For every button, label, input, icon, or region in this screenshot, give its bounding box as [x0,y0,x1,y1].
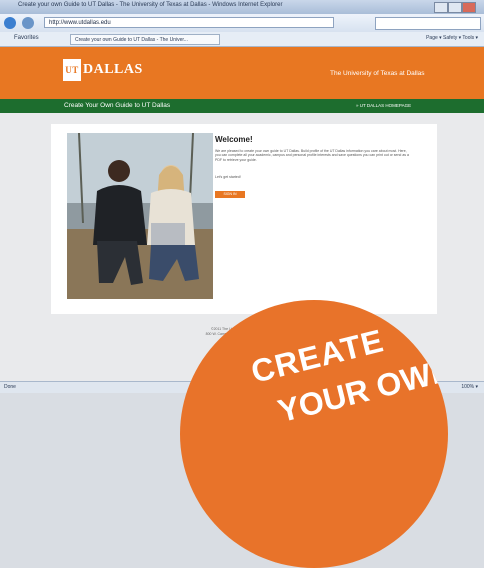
zoom-level[interactable]: 100% ▾ [461,384,478,390]
minimize-button[interactable] [434,2,448,13]
page-heading: Create Your Own Guide to UT Dallas [64,102,171,109]
students-photo [67,133,213,299]
window-title: Create your own Guide to UT Dallas - The… [18,2,283,8]
tab-row: Favorites Create your own Guide to UT Da… [0,32,484,47]
promo-badge: CREATE YOUR OWN [180,300,448,568]
get-started-text: Let's get started! [215,175,241,179]
ut-logo-mark: UT [63,59,81,81]
students-photo-art [67,133,213,299]
window-titlebar: Create your own Guide to UT Dallas - The… [0,0,484,14]
content-panel: Welcome! We are pleased to create your o… [51,124,437,314]
command-bar[interactable]: Page ▾ Safety ▾ Tools ▾ [426,35,478,41]
favorites-button[interactable]: Favorites [14,35,39,41]
nav-bar: Create Your Own Guide to UT Dallas » UT … [0,99,484,113]
university-name: The University of Texas at Dallas [330,70,425,77]
back-icon[interactable] [4,17,16,29]
close-button[interactable] [462,2,476,13]
ut-dallas-logo[interactable]: UT DALLAS [63,59,143,81]
url-input[interactable]: http://www.utdallas.edu [44,17,334,28]
forward-icon[interactable] [22,17,34,29]
homepage-link[interactable]: » UT DALLAS HOMEPAGE [356,103,411,108]
welcome-text: We are pleased to create your own guide … [215,149,409,162]
tab-active[interactable]: Create your own Guide to UT Dallas - The… [70,34,220,45]
welcome-heading: Welcome! [215,135,253,144]
search-input[interactable] [375,17,481,30]
logo-text: DALLAS [83,62,143,78]
address-bar: http://www.utdallas.edu [0,14,484,32]
status-text: Done [4,384,16,390]
maximize-button[interactable] [448,2,462,13]
site-header: UT DALLAS The University of Texas at Dall… [0,47,484,99]
sign-in-button[interactable]: SIGN IN [215,191,245,198]
